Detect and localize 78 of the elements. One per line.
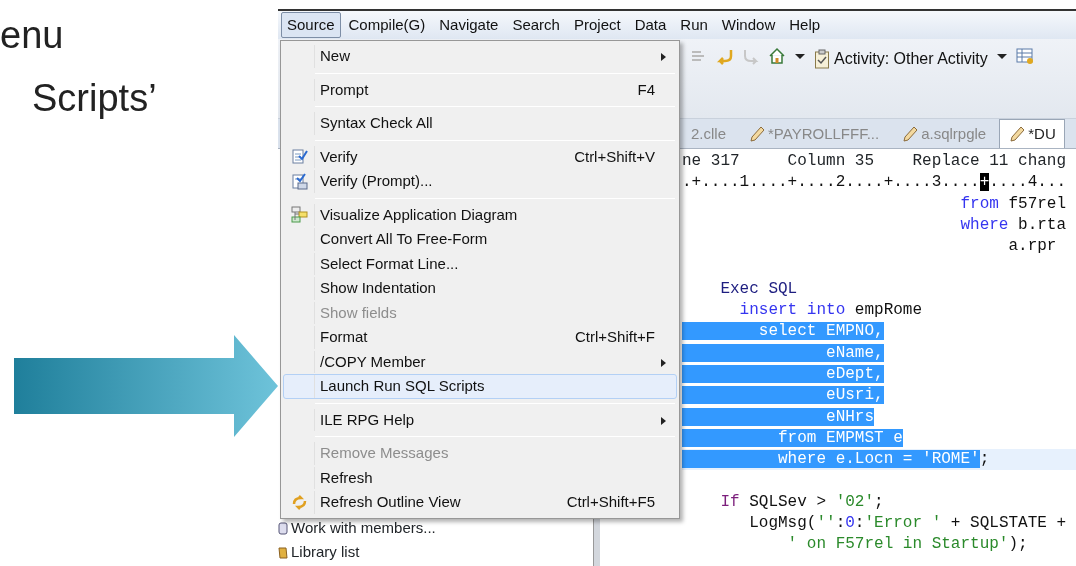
home-icon[interactable] [768, 47, 786, 65]
menu-bar-item[interactable]: Compile(G) [342, 11, 432, 39]
menu-item[interactable]: /COPY Member [283, 349, 677, 374]
menu-item-label: Syntax Check All [320, 113, 433, 133]
code-line: where b.rta [959, 214, 1068, 236]
activity-label: Activity: Other Activity [834, 49, 988, 69]
slide-text: Scripts’ [31, 79, 157, 117]
menu-item[interactable]: Prompt F4 [283, 77, 677, 102]
shortcut-label: Ctrl+Shift+V [574, 146, 656, 167]
menu-item[interactable]: Launch Run SQL Scripts [283, 374, 677, 399]
menu-bar-item[interactable]: Help [783, 11, 827, 39]
menu-bar-item[interactable]: Run [674, 11, 714, 39]
menu-item[interactable]: New [283, 44, 677, 69]
menu-item-label: New [320, 46, 350, 66]
diagram-icon [290, 206, 308, 224]
shortcut-label: Ctrl+Shift+F [574, 327, 656, 347]
editor-status-line: ne 317 Column 35 Replace 11 chang [682, 151, 1068, 172]
menu-item-label: Show fields [320, 302, 397, 323]
code-line: LogMsg('':0:'Error ' + SQLSTATE + [748, 513, 1068, 535]
code-line: insert into empRome [738, 300, 924, 322]
menu-bar-item[interactable]: Project [567, 11, 627, 39]
code-line: eDept, [682, 363, 1076, 386]
shortcut-label: Ctrl+Shift+F5 [566, 492, 656, 512]
code-line: .+....1....+....2....+....3....+....4... [682, 172, 1068, 194]
menu-item-label: Refresh Outline View [320, 492, 461, 512]
arrows-icon [290, 493, 308, 511]
menu-item-label: /COPY Member [320, 351, 426, 372]
slide-text: enu [0, 16, 64, 54]
menu-item-label: Show Indentation [320, 278, 436, 298]
code-line: a.rpr [1007, 236, 1058, 258]
code-line: Exec SQL [719, 278, 799, 300]
code-line: select EMPNO, [682, 321, 1076, 343]
menu-bar-item[interactable]: Navigate [433, 11, 505, 39]
code-line: If SQLSev > '02'; [719, 491, 885, 513]
code-line: eNHrs [682, 406, 1076, 428]
menu-item-label: ILE RPG Help [320, 409, 415, 430]
menu-item[interactable]: Visualize Application Diagram [283, 202, 677, 227]
tree-item[interactable]: Library list [278, 540, 593, 564]
undo-arrow-icon[interactable] [716, 47, 734, 65]
menu-item[interactable]: Syntax Check All [283, 111, 677, 136]
menu-item[interactable]: Refresh [283, 465, 677, 490]
code-line: eName, [682, 342, 1076, 364]
menu-item[interactable]: Select Format Line... [283, 251, 677, 276]
menu-bar-item[interactable]: Search [506, 11, 566, 39]
menu-item[interactable]: ILE RPG Help [283, 407, 677, 432]
menu-item-label: Convert All To Free-Form [320, 229, 488, 249]
menu-item-label: Verify (Prompt)... [320, 171, 433, 191]
book-icon [278, 545, 288, 559]
menu-item[interactable]: Verify (Prompt)... [283, 169, 677, 194]
menu-item-label: Format [320, 327, 368, 347]
menu-bar-item[interactable]: Window [715, 11, 782, 39]
code-line: eUsri, [682, 385, 1076, 407]
table-icon[interactable] [1015, 47, 1034, 65]
redo-arrow-icon[interactable] [742, 47, 760, 65]
menu-item[interactable]: Show Indentation [283, 276, 677, 301]
menu-item-label: Remove Messages [320, 443, 449, 463]
menu-item-label: Refresh [320, 467, 373, 488]
menu-item-label: Visualize Application Diagram [320, 204, 518, 225]
tree-item[interactable]: Work with members... [278, 516, 593, 540]
checklist-icon [290, 148, 308, 166]
shortcut-label: F4 [637, 79, 656, 100]
checklist-icon [290, 172, 308, 190]
menu-item[interactable]: Verify Ctrl+Shift+V [283, 144, 677, 169]
menu-item[interactable]: Convert All To Free-Form [283, 227, 677, 252]
menu-item[interactable]: Refresh Outline View Ctrl+Shift+F5 [283, 490, 677, 515]
code-line: from f57rel [959, 193, 1068, 215]
cylinder-icon [278, 521, 288, 535]
menu-item-label: Prompt [320, 79, 369, 100]
code-line: ' on F57rel in Startup'); [786, 534, 1029, 556]
menu-item-label: Launch Run SQL Scripts [320, 376, 485, 396]
menu-item[interactable]: Format Ctrl+Shift+F [283, 325, 677, 350]
menu-item-label: Verify [320, 146, 358, 167]
clipboard-icon [814, 49, 830, 69]
editor-tab[interactable]: *DU [999, 118, 1065, 148]
menu-bar-item[interactable]: Source [281, 11, 341, 39]
menu-bar-item[interactable]: Data [628, 11, 673, 39]
code-line: from EMPMST e [682, 427, 1076, 450]
menu-item-label: Select Format Line... [320, 253, 459, 274]
